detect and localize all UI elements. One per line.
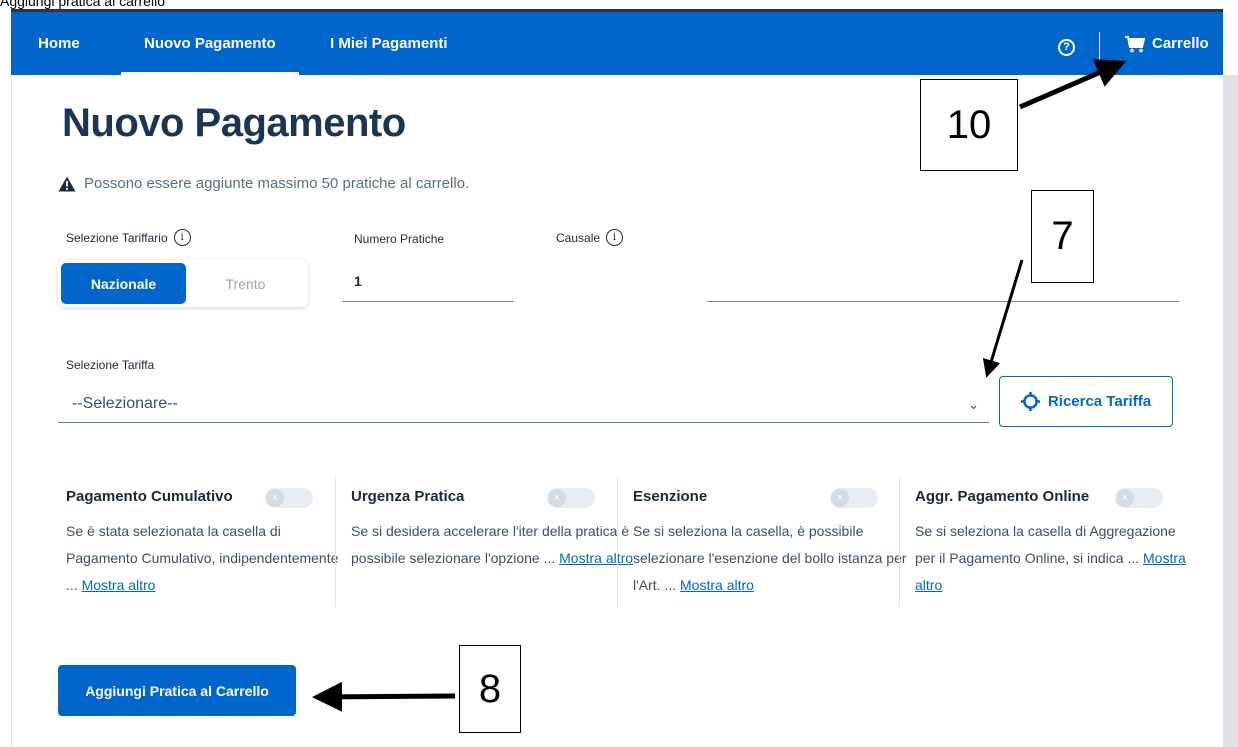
add-to-cart-button[interactable]: Aggiungi Pratica al Carrello — [58, 665, 296, 716]
option-title: Esenzione — [633, 488, 708, 505]
tariffario-nazionale-button[interactable]: Nazionale — [61, 263, 186, 304]
toggle-off-icon: × — [1116, 489, 1134, 507]
numero-pratiche-input[interactable]: 1 — [342, 260, 514, 302]
toggle-off-icon: × — [548, 489, 566, 507]
tariffa-select[interactable]: --Selezionare-- ⌄ — [58, 385, 989, 423]
ricerca-tariffa-label: Ricerca Tariffa — [1047, 393, 1152, 410]
option-description: Se si desidera accelerare l'iter della p… — [351, 518, 634, 572]
nav-miei-pagamenti[interactable]: I Miei Pagamenti — [330, 12, 448, 75]
option-description: Se si seleziona la casella di Aggregazio… — [915, 518, 1198, 599]
tariffario-trento-button[interactable]: Trento — [186, 263, 305, 304]
tariffario-segmented-control: Nazionale Trento — [58, 260, 308, 307]
pagamento-cumulativo-toggle[interactable]: × — [265, 488, 313, 508]
chevron-down-icon: ⌄ — [968, 397, 979, 412]
scrollbar[interactable] — [1223, 75, 1238, 747]
card-divider — [899, 477, 900, 607]
urgenza-pratica-toggle[interactable]: × — [547, 488, 595, 508]
warning-message: Possono essere aggiunte massimo 50 prati… — [58, 175, 469, 192]
tariffario-label-text: Selezione Tariffario — [66, 230, 168, 245]
option-text: Se si seleziona la casella, è possibile … — [633, 523, 907, 593]
callout-select: 7 — [1031, 190, 1094, 283]
causale-label-text: Causale — [556, 230, 601, 245]
tariffario-label: Selezione Tariffario i — [66, 229, 191, 246]
causale-input[interactable] — [707, 301, 1179, 302]
mostra-altro-link[interactable]: Mostra altro — [559, 550, 633, 566]
esenzione-toggle[interactable]: × — [830, 488, 878, 508]
nav-divider — [1099, 32, 1100, 62]
nav-nuovo-pagamento[interactable]: Nuovo Pagamento — [121, 12, 299, 75]
option-description: Se è stata selezionata la casella di Pag… — [66, 518, 349, 599]
mostra-altro-link[interactable]: Mostra altro — [82, 577, 156, 593]
option-text: Se si seleziona la casella di Aggregazio… — [915, 523, 1176, 566]
callout-add: 8 — [459, 645, 521, 733]
arrow-to-add-button — [312, 681, 456, 712]
warning-triangle-icon — [58, 176, 76, 191]
option-card-urgenza-pratica: Urgenza Pratica × Se si desidera acceler… — [351, 480, 634, 605]
cart-label: Carrello — [1152, 35, 1209, 52]
content-border — [11, 75, 12, 747]
causale-label: Causale i — [556, 229, 624, 246]
ricerca-tariffa-button[interactable]: Ricerca Tariffa — [999, 376, 1173, 427]
warning-text: Possono essere aggiunte massimo 50 prati… — [84, 175, 470, 192]
cart-link[interactable]: Carrello — [1124, 12, 1209, 75]
nav-home[interactable]: Home — [38, 12, 80, 75]
page-title: Nuovo Pagamento — [62, 101, 406, 145]
card-divider — [335, 477, 336, 607]
top-caption: Aggiungi pratica al carrello — [0, 0, 165, 9]
option-title: Aggr. Pagamento Online — [915, 488, 1090, 505]
option-card-aggr-pagamento-online: Aggr. Pagamento Online × Se si seleziona… — [915, 480, 1198, 605]
toggle-off-icon: × — [831, 489, 849, 507]
option-description: Se si seleziona la casella, è possibile … — [633, 518, 916, 599]
option-title: Pagamento Cumulativo — [66, 488, 233, 505]
callout-cart: 10 — [920, 79, 1018, 171]
option-card-pagamento-cumulativo: Pagamento Cumulativo × Se è stata selezi… — [66, 480, 349, 605]
info-icon[interactable]: i — [173, 229, 191, 246]
crosshair-icon — [1020, 392, 1040, 411]
info-icon[interactable]: i — [606, 229, 624, 246]
arrow-to-select-chevron — [982, 259, 1024, 378]
toggle-off-icon: × — [266, 489, 284, 507]
aggr-pagamento-online-toggle[interactable]: × — [1115, 488, 1163, 508]
option-card-esenzione: Esenzione × Se si seleziona la casella, … — [633, 480, 916, 605]
top-navigation-bar: Home Nuovo Pagamento I Miei Pagamenti ? … — [11, 9, 1223, 75]
mostra-altro-link[interactable]: Mostra altro — [680, 577, 754, 593]
tariffa-label: Selezione Tariffa — [66, 358, 155, 372]
numero-pratiche-label: Numero Pratiche — [354, 232, 445, 246]
question-circle-icon[interactable]: ? — [1058, 39, 1075, 56]
tariffa-select-value: --Selezionare-- — [72, 394, 178, 412]
option-title: Urgenza Pratica — [351, 488, 465, 505]
cart-icon — [1125, 35, 1146, 52]
card-divider — [617, 477, 618, 607]
